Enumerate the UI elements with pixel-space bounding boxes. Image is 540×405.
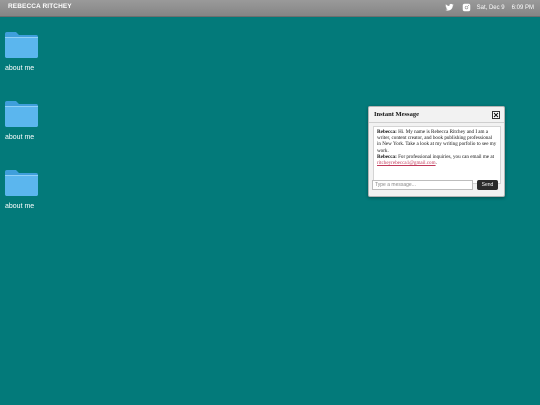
folder-icon: [5, 32, 38, 58]
desktop-icon-label: about me: [5, 65, 35, 72]
email-link[interactable]: ritcheyrebecca1@gmail.com: [377, 160, 436, 166]
clock-time: 6:09 PM: [511, 4, 534, 11]
menu-bar-tray: Sat, Dec 9 6:09 PM: [445, 3, 534, 12]
desktop-icon-label: about me: [5, 203, 35, 210]
folder-icon: [5, 170, 38, 196]
instagram-icon[interactable]: [462, 3, 471, 12]
menu-bar: REBECCA RITCHEY Sat, Dec 9 6:09 PM: [0, 0, 540, 17]
twitter-icon[interactable]: [445, 3, 454, 12]
desktop-icon-about-me[interactable]: about me: [2, 99, 40, 141]
message-log: Rebecca: Hi. My name is Rebecca Ritchey …: [373, 126, 501, 184]
desktop-icon-label: about me: [5, 134, 35, 141]
instant-message-window: Instant Message Rebecca: Hi. My name is …: [368, 106, 505, 197]
site-title: REBECCA RITCHEY: [8, 3, 72, 10]
clock-date: Sat, Dec 9: [476, 4, 505, 11]
send-button[interactable]: Send: [477, 180, 498, 190]
desktop-icon-about-me[interactable]: about me: [2, 168, 40, 210]
desktop-icon-about-me[interactable]: about me: [2, 30, 40, 72]
close-icon[interactable]: [492, 111, 500, 119]
message-text-end: .: [435, 160, 437, 167]
folder-icon: [5, 101, 38, 127]
window-title: Instant Message: [374, 111, 419, 118]
message-input[interactable]: [372, 180, 473, 190]
message-sender: Rebecca:: [377, 153, 397, 160]
message-text: For professional inquiries, you can emai…: [396, 153, 494, 160]
window-title-bar[interactable]: Instant Message: [369, 107, 504, 123]
